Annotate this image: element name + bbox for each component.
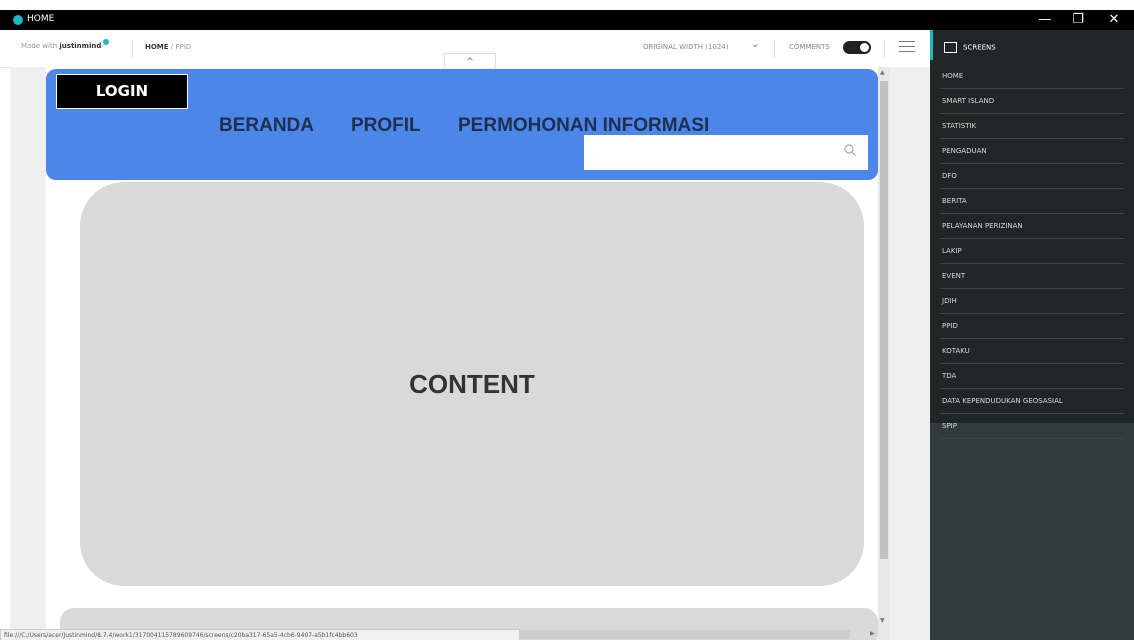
prototype-page: LOGIN BERANDA PROFIL PERMOHONAN INFORMAS… — [46, 67, 878, 640]
width-select[interactable]: ORIGINAL WIDTH (1024) — [643, 43, 729, 51]
comments-toggle[interactable] — [843, 41, 871, 54]
made-with-text: Made with — [21, 42, 58, 50]
screen-item-lakip[interactable]: LAKIP — [940, 239, 1124, 264]
made-with-label: Made with justinmind — [21, 39, 110, 50]
menu-icon[interactable] — [899, 41, 915, 53]
content-area: CONTENT — [80, 182, 864, 586]
screen-item-pengaduan[interactable]: PENGADUAN — [940, 139, 1124, 164]
screen-item-home[interactable]: HOME — [940, 64, 1124, 89]
search-icon[interactable] — [844, 144, 856, 156]
nav-profil[interactable]: PROFIL — [351, 115, 421, 137]
screens-icon — [944, 42, 957, 53]
toggle-knob — [860, 43, 869, 52]
screens-sidebar: SCREENS HOME SMART ISLAND STATISTIK PENG… — [930, 30, 1134, 640]
close-button[interactable]: ✕ — [1096, 10, 1132, 30]
scroll-thumb[interactable] — [880, 81, 888, 559]
search-input[interactable] — [584, 135, 868, 170]
horizontal-scrollbar[interactable] — [520, 630, 850, 639]
screen-item-ppid[interactable]: PPID — [940, 314, 1124, 339]
screen-item-spip[interactable]: SPIP — [940, 414, 1124, 439]
login-button[interactable]: LOGIN — [56, 74, 188, 109]
screens-header-label: SCREENS — [963, 43, 996, 52]
minimize-button[interactable]: — — [1027, 10, 1063, 30]
screen-item-statistik[interactable]: STATISTIK — [940, 114, 1124, 139]
screen-item-kotaku[interactable]: KOTAKU — [940, 339, 1124, 364]
divider — [132, 40, 133, 58]
site-header: LOGIN BERANDA PROFIL PERMOHONAN INFORMAS… — [46, 69, 878, 180]
chevron-down-icon[interactable]: ⌄ — [751, 39, 759, 50]
collapse-toolbar-tab[interactable]: ^ — [444, 53, 496, 68]
screen-item-event[interactable]: EVENT — [940, 264, 1124, 289]
chevron-up-icon[interactable]: ^ — [466, 57, 474, 67]
scroll-right-icon[interactable]: ▶ — [870, 630, 875, 637]
breadcrumb: HOME / PPID — [145, 43, 191, 51]
screen-item-berita[interactable]: BERITA — [940, 189, 1124, 214]
maximize-button[interactable]: ❐ — [1060, 10, 1096, 30]
screen-item-smart-island[interactable]: SMART ISLAND — [940, 89, 1124, 114]
screen-item-data-kependudukan[interactable]: DATA KEPENDUDUKAN GEOSASIAL — [940, 389, 1124, 414]
nav-permohonan-informasi[interactable]: PERMOHONAN INFORMASI — [458, 115, 709, 137]
status-url: file:///C:/Users/acer/Justinmind/8.7.4/w… — [0, 629, 520, 640]
screen-item-pelayanan-perizinan[interactable]: PELAYANAN PERIZINAN — [940, 214, 1124, 239]
breadcrumb-current[interactable]: HOME — [145, 43, 169, 51]
comments-label: COMMENTS — [789, 43, 830, 51]
breadcrumb-rest: / PPID — [170, 43, 192, 51]
scroll-up-icon[interactable]: ▲ — [880, 69, 885, 76]
nav-beranda[interactable]: BERANDA — [219, 115, 314, 137]
app-icon — [13, 15, 23, 25]
brand-name: justinmind — [59, 42, 102, 50]
screens-header[interactable]: SCREENS — [944, 42, 996, 53]
window-title: HOME — [27, 14, 55, 24]
scroll-down-icon[interactable]: ▼ — [880, 617, 885, 624]
window-titlebar: HOME — ❐ ✕ — [0, 10, 1134, 30]
brand-dot-icon — [103, 39, 110, 45]
content-label: CONTENT — [409, 369, 535, 399]
vertical-scrollbar[interactable]: ▲ ▼ — [878, 67, 890, 640]
screen-list: HOME SMART ISLAND STATISTIK PENGADUAN DF… — [940, 64, 1124, 439]
prototype-canvas: LOGIN BERANDA PROFIL PERMOHONAN INFORMAS… — [10, 67, 930, 640]
screen-item-tda[interactable]: TDA — [940, 364, 1124, 389]
screen-item-dfo[interactable]: DFO — [940, 164, 1124, 189]
sidebar-accent — [930, 30, 933, 60]
divider — [884, 40, 885, 58]
screen-item-jdih[interactable]: JDIH — [940, 289, 1124, 314]
divider — [774, 40, 775, 58]
